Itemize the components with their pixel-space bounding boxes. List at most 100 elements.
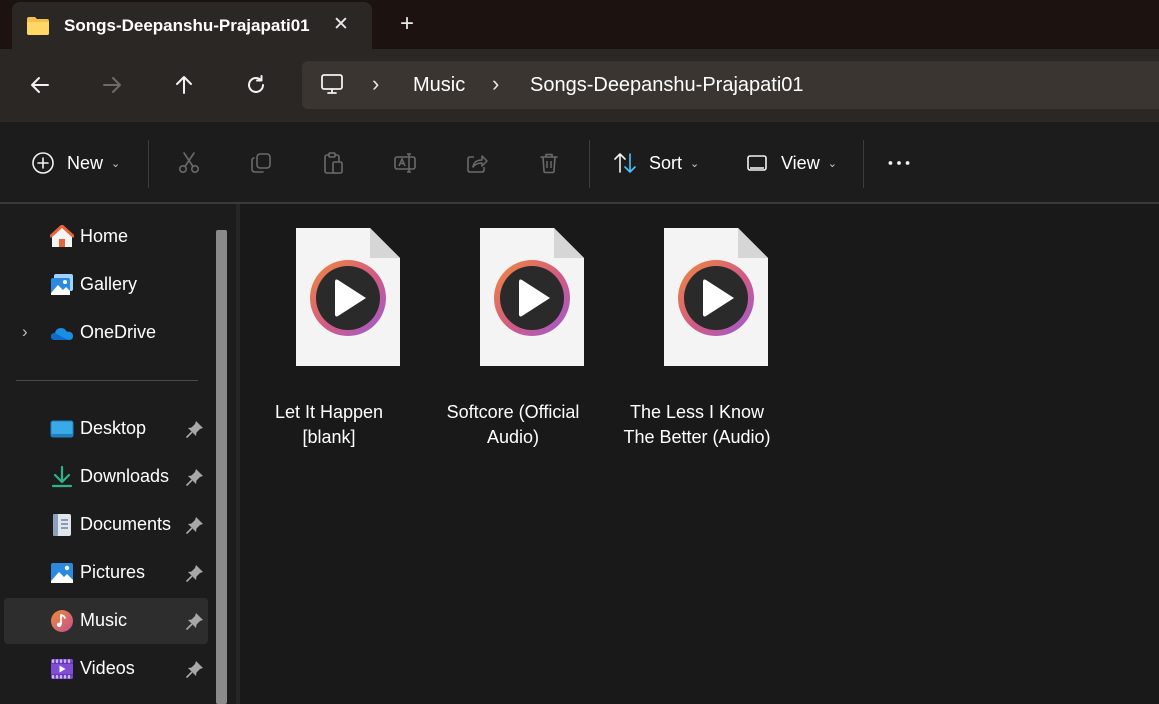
new-tab-button[interactable]: + [394, 10, 420, 38]
sidebar-item-label: Home [80, 226, 129, 246]
file-name: Softcore (Official Audio) [428, 400, 598, 450]
sidebar-item-label: Downloads [80, 466, 170, 486]
audio-file-icon [296, 228, 400, 366]
file-name: The Less I Know The Better (Audio) [612, 400, 782, 450]
toolbar-divider [589, 140, 590, 188]
view-button[interactable]: View ⌄ [745, 148, 837, 178]
downloads-icon [51, 465, 73, 488]
back-button[interactable] [20, 65, 60, 105]
file-item[interactable]: The Less I Know The Better (Audio) [612, 224, 782, 447]
rename-icon [394, 153, 416, 173]
delete-button[interactable] [537, 148, 561, 178]
videos-icon [51, 659, 73, 679]
up-button[interactable] [164, 65, 204, 105]
sidebar-item-label: Desktop [80, 418, 147, 438]
sidebar-item-downloads[interactable]: Downloads [4, 454, 208, 500]
sidebar-item-label: Pictures [80, 562, 146, 582]
file-name: Let It Happen [blank] [244, 400, 414, 450]
toolbar-divider [148, 140, 149, 188]
file-item[interactable]: Let It Happen [blank] [244, 224, 414, 447]
arrow-left-icon [31, 77, 49, 93]
sort-icon [614, 153, 636, 173]
this-pc-icon[interactable] [320, 73, 344, 95]
file-item[interactable]: Softcore (Official Audio) [428, 224, 598, 447]
arrow-up-icon [176, 76, 192, 94]
sidebar-scrollbar[interactable] [216, 230, 227, 704]
sidebar-item-home[interactable]: Home [4, 214, 208, 260]
arrow-right-icon [103, 77, 121, 93]
toolbar-divider [863, 140, 864, 188]
pictures-icon [51, 563, 73, 583]
command-bar: New ⌄ Sort ⌄ View ⌄ [0, 121, 1159, 203]
breadcrumb-music[interactable]: Music [413, 74, 465, 97]
sidebar-item-onedrive[interactable]: › OneDrive [4, 310, 208, 356]
pin-icon[interactable] [186, 420, 204, 438]
sidebar-item-label: Documents [80, 514, 172, 534]
pin-icon[interactable] [186, 660, 204, 678]
navigation-pane: Home Gallery › OneDrive Desktop Download… [0, 204, 236, 704]
breadcrumb-current-folder[interactable]: Songs-Deepanshu-Prajapati01 [530, 74, 804, 97]
chevron-down-icon: ⌄ [111, 157, 121, 170]
sidebar-item-videos[interactable]: Videos [4, 646, 208, 692]
pin-icon[interactable] [186, 468, 204, 486]
more-icon [888, 161, 910, 165]
file-name-line: The Better (Audio) [623, 427, 771, 447]
sidebar-item-label: OneDrive [80, 322, 157, 342]
tab-title: Songs-Deepanshu-Prajapati01 [64, 16, 310, 35]
chevron-down-icon: ⌄ [827, 157, 837, 170]
sort-button[interactable]: Sort ⌄ [613, 148, 699, 178]
pin-icon[interactable] [186, 612, 204, 630]
onedrive-icon [51, 328, 73, 340]
sort-label: Sort [649, 152, 683, 173]
new-button[interactable]: New ⌄ [31, 148, 120, 178]
file-name-line: Softcore (Official [446, 402, 580, 422]
copy-icon [251, 153, 271, 173]
tab-active[interactable]: Songs-Deepanshu-Prajapati01 ✕ [12, 2, 372, 49]
more-options-button[interactable] [887, 148, 911, 178]
delete-icon [540, 153, 558, 174]
refresh-button[interactable] [236, 65, 276, 105]
gallery-icon [51, 274, 73, 295]
folder-icon [27, 17, 49, 35]
file-name-line: Audio) [486, 427, 540, 447]
breadcrumb-chevron-icon[interactable]: › [372, 73, 388, 95]
home-icon [50, 225, 74, 247]
tab-strip: Songs-Deepanshu-Prajapati01 ✕ + [0, 0, 1159, 49]
pin-icon[interactable] [186, 564, 204, 582]
pin-icon[interactable] [186, 516, 204, 534]
desktop-icon [50, 420, 74, 438]
breadcrumb-chevron-icon[interactable]: › [492, 73, 508, 95]
new-label: New [67, 152, 104, 173]
sidebar-item-label: Gallery [80, 274, 138, 294]
refresh-icon [248, 75, 264, 93]
forward-button[interactable] [92, 65, 132, 105]
file-name-line: [blank] [302, 427, 356, 447]
address-bar[interactable]: › Music › Songs-Deepanshu-Prajapati01 [302, 61, 1159, 109]
share-icon [467, 155, 488, 173]
expand-chevron-icon[interactable]: › [22, 322, 36, 342]
view-label: View [781, 152, 820, 173]
file-name-line: The Less I Know [629, 402, 765, 422]
paste-icon [324, 152, 343, 174]
sidebar-item-pictures[interactable]: Pictures [4, 550, 208, 596]
sidebar-item-gallery[interactable]: Gallery [4, 262, 208, 308]
sidebar-divider [16, 380, 198, 381]
cut-button[interactable] [177, 148, 201, 178]
copy-button[interactable] [249, 148, 273, 178]
share-button[interactable] [465, 148, 489, 178]
close-tab-icon[interactable]: ✕ [330, 13, 352, 37]
paste-button[interactable] [321, 148, 345, 178]
file-name-line: Let It Happen [274, 402, 384, 422]
sidebar-item-desktop[interactable]: Desktop [4, 406, 208, 452]
sidebar-item-documents[interactable]: Documents [4, 502, 208, 548]
view-icon [747, 155, 767, 171]
rename-button[interactable] [393, 148, 417, 178]
sidebar-item-label: Videos [80, 658, 135, 678]
new-icon [32, 152, 54, 174]
chevron-down-icon: ⌄ [690, 157, 700, 170]
sidebar-item-music[interactable]: Music [4, 598, 208, 644]
audio-file-icon [664, 228, 768, 366]
file-list-pane: Let It Happen [blank] Softcore (Official… [240, 204, 1159, 704]
cut-icon [178, 152, 200, 174]
audio-file-icon [480, 228, 584, 366]
